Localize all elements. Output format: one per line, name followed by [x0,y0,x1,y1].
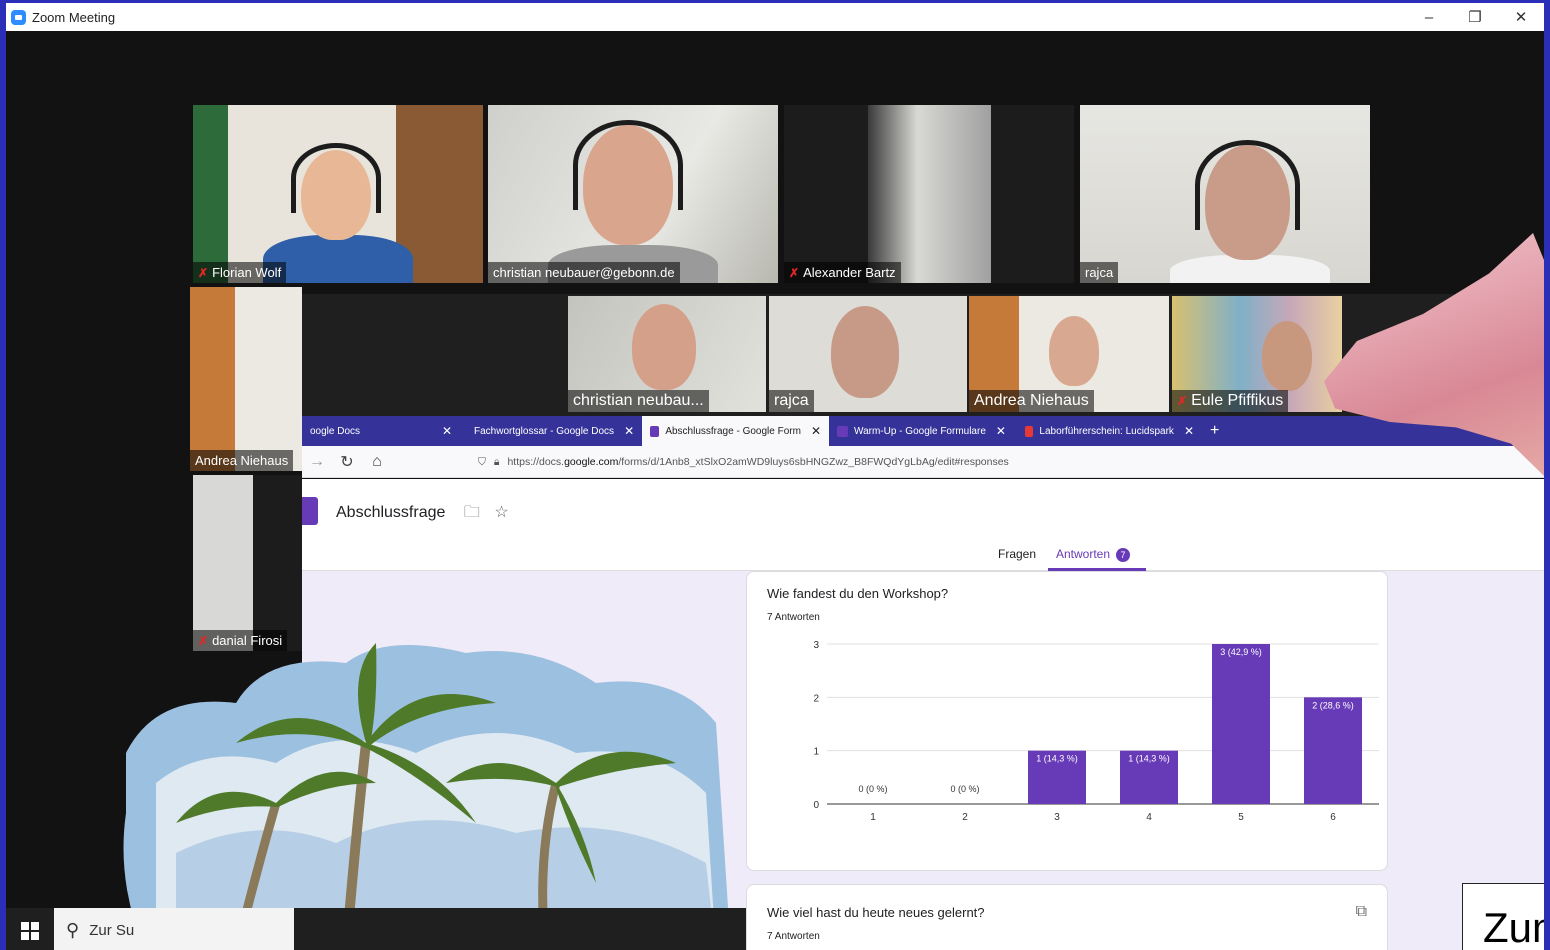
video-tile-rajca[interactable]: rajca [1080,105,1370,283]
x-tick-label: 6 [1330,812,1336,823]
participant-name: rajca [769,390,814,412]
tab-answers[interactable]: Antworten 7 [1056,547,1131,562]
close-tab-icon[interactable]: ✕ [1184,424,1194,438]
restore-button[interactable]: ❐ [1452,3,1498,31]
browser-tab[interactable]: Fachwortglossar - Google Docs ✕ [460,416,642,446]
x-tick-label: 2 [962,812,968,823]
search-icon: ⚲ [66,920,80,940]
participant-name: Andrea Niehaus [190,450,294,471]
question-card: Wie viel hast du heute neues gelernt? 7 … [746,884,1388,950]
screen: Zoom Meeting – ❐ ✕ ✗ Florian Wolf christi… [0,0,1550,950]
close-tab-icon[interactable]: ✕ [624,424,634,438]
participant-name: rajca [1080,262,1119,283]
folder-icon[interactable]: 🗀 [464,504,480,521]
participant-name: christian neubauer@gebonn.de [488,262,680,283]
window-controls: – ❐ ✕ [1406,3,1544,31]
video-tile-andrea-side[interactable]: Andrea Niehaus [190,287,302,471]
forms-logo-icon [302,497,318,525]
browser-tab[interactable]: Laborführerschein: Lucidspark ✕ [1017,416,1202,446]
data-label: 2 (28,6 %) [1312,700,1354,710]
participant-name: ✗ Florian Wolf [193,262,287,283]
video-tile-christian-small[interactable]: christian neubau... [568,296,766,412]
url-field[interactable]: ⛉ 🔒︎ https://docs.google.com/forms/d/1An… [478,450,1378,474]
y-tick-label: 0 [813,800,819,811]
windows-taskbar: ⚲ Zur Su [6,908,746,950]
data-label: 1 (14,3 %) [1036,754,1078,764]
bar [1304,697,1362,804]
data-label: 1 (14,3 %) [1128,754,1170,764]
close-tab-icon[interactable]: ✕ [442,424,452,438]
taskbar-search[interactable]: ⚲ Zur Su [54,908,294,950]
data-label: 3 (42,9 %) [1220,647,1262,657]
x-tick-label: 5 [1238,812,1244,823]
question-title: Wie viel hast du heute neues gelernt? [767,905,985,920]
minimize-button[interactable]: – [1406,3,1452,31]
x-tick-label: 4 [1146,812,1152,823]
star-icon[interactable]: ☆ [494,504,508,521]
shield-icon: ⛉ [478,455,486,468]
close-tab-icon[interactable]: ✕ [996,424,1006,438]
answers-count-badge: 7 [1116,548,1131,562]
data-label: 0 (0 %) [950,784,979,794]
browser-tab-active[interactable]: Abschlussfrage - Google Form ✕ [642,416,829,446]
x-tick-label: 3 [1054,812,1060,823]
video-tile-andrea-small[interactable]: Andrea Niehaus [969,296,1169,412]
question-title: Wie fandest du den Workshop? [767,586,949,601]
x-tick-label: 1 [870,812,876,823]
forms-icon [650,425,660,437]
y-tick-label: 3 [813,640,819,651]
home-icon[interactable]: ⌂ [362,453,392,471]
response-count: 7 Antworten [767,612,820,623]
window-titlebar: Zoom Meeting – ❐ ✕ [6,3,1544,31]
form-header: Abschlussfrage 🗀 ☆ Fragen Antworten 7 [302,479,1544,571]
browser-tab[interactable]: Warm-Up - Google Formulare ✕ [829,416,1017,446]
tab-questions[interactable]: Fragen [998,547,1036,561]
browser-address-bar: → ↻ ⌂ ⛉ 🔒︎ https://docs.google.com/forms… [302,446,1544,478]
close-tab-icon[interactable]: ✕ [811,424,821,438]
participant-name: christian neubau... [568,390,709,412]
forward-icon[interactable]: → [302,453,332,471]
lucidspark-icon [1025,425,1034,437]
video-tile-florian[interactable]: ✗ Florian Wolf [193,105,483,283]
y-tick-label: 2 [813,693,819,704]
video-tile-alexander[interactable]: ✗ Alexander Bartz [784,105,1074,283]
bar [1212,644,1270,804]
palm-trees-image [123,643,731,950]
windows-start-icon[interactable] [6,908,54,950]
participant-name: ✗ Eule Pfiffikus [1172,390,1289,412]
question-card: Wie fandest du den Workshop? 7 Antworten… [746,571,1388,871]
muted-mic-icon: ✗ [1177,394,1188,408]
participant-name: ✗ Alexander Bartz [784,262,901,283]
zoom-icon [11,9,26,25]
overlay-text-box: Zum [1462,883,1544,950]
responses-bar-chart: 0 1 2 3 0 (0 %) 1 0 (0 %) 2 1 (14,3 %) 3 1 (14,3 %… [813,640,1379,823]
video-tile-christian[interactable]: christian neubauer@gebonn.de [488,105,778,283]
video-tile-rajca-small[interactable]: rajca [769,296,967,412]
form-title: Abschlussfrage 🗀 ☆ [336,504,509,521]
participant-name: Andrea Niehaus [969,390,1094,412]
close-button[interactable]: ✕ [1498,3,1544,31]
lock-icon: 🔒︎ [493,455,500,468]
y-tick-label: 1 [813,747,819,758]
video-tile-eule[interactable]: ✗ Eule Pfiffikus [1172,296,1342,412]
muted-mic-icon: ✗ [198,265,209,280]
muted-mic-icon: ✗ [789,265,800,280]
reload-icon[interactable]: ↻ [332,452,362,472]
data-label: 0 (0 %) [858,784,887,794]
forms-icon [837,425,848,437]
browser-tab-bar: oogle Docs ✕ Fachwortglossar - Google Doc… [302,416,1544,446]
response-count: 7 Antworten [767,931,820,942]
new-tab-button[interactable]: + [1202,416,1227,446]
copy-icon[interactable]: ⧉ [1356,903,1367,921]
window-title: Zoom Meeting [32,9,116,25]
browser-tab[interactable]: oogle Docs ✕ [302,416,460,446]
video-tile-danial[interactable]: ✗ danial Firosi [193,475,302,651]
